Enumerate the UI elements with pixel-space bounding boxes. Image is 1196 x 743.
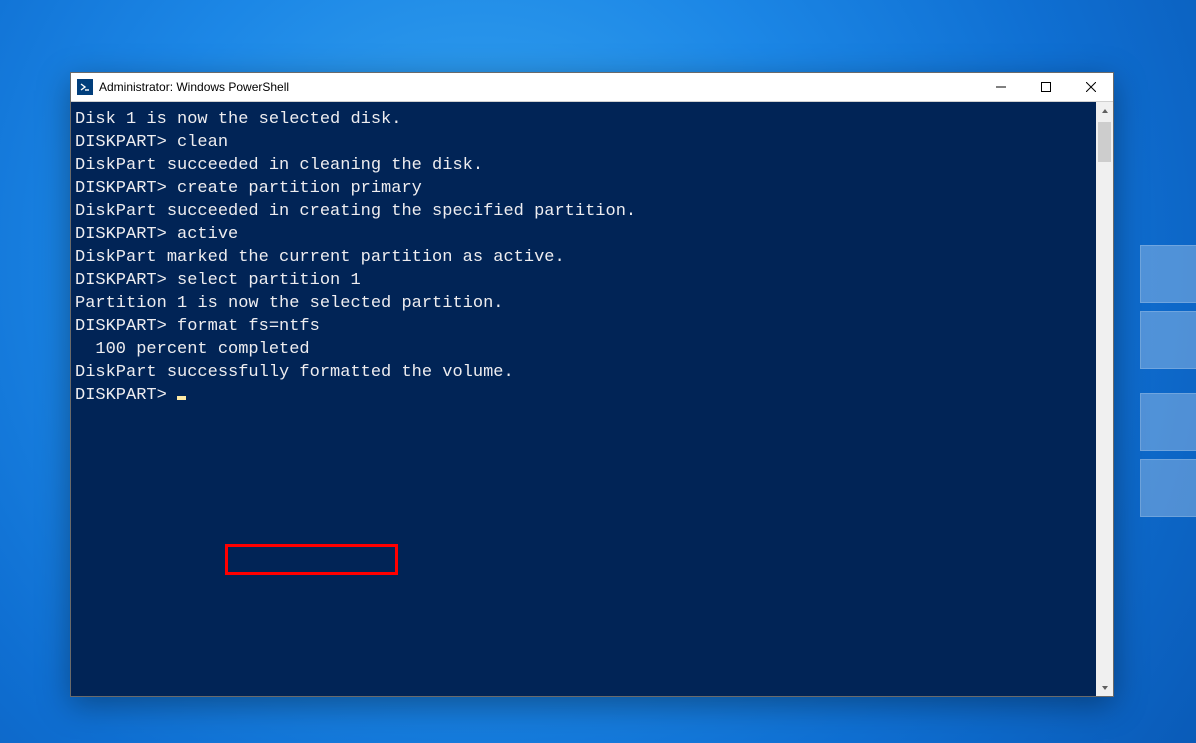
terminal-line: DiskPart marked the current partition as… (75, 246, 1092, 269)
cursor (177, 396, 186, 400)
window-title: Administrator: Windows PowerShell (99, 80, 978, 94)
terminal-line: DISKPART> clean (75, 131, 1092, 154)
terminal-line: Partition 1 is now the selected partitio… (75, 292, 1092, 315)
terminal-line: 100 percent completed (75, 338, 1092, 361)
client-area: Disk 1 is now the selected disk.DISKPART… (71, 102, 1113, 696)
terminal-line: DISKPART> (75, 384, 1092, 407)
terminal-line: DiskPart succeeded in creating the speci… (75, 200, 1092, 223)
terminal-line: DISKPART> active (75, 223, 1092, 246)
titlebar[interactable]: Administrator: Windows PowerShell (71, 73, 1113, 102)
window-controls (978, 73, 1113, 101)
scrollbar-thumb[interactable] (1098, 122, 1111, 162)
vertical-scrollbar[interactable] (1096, 102, 1113, 696)
terminal-line: DiskPart succeeded in cleaning the disk. (75, 154, 1092, 177)
minimize-button[interactable] (978, 73, 1023, 101)
desktop-background: Administrator: Windows PowerShell Disk 1… (0, 0, 1196, 743)
powershell-window: Administrator: Windows PowerShell Disk 1… (70, 72, 1114, 697)
terminal-line: DiskPart successfully formatted the volu… (75, 361, 1092, 384)
maximize-button[interactable] (1023, 73, 1068, 101)
terminal-output[interactable]: Disk 1 is now the selected disk.DISKPART… (71, 102, 1096, 696)
terminal-line: DISKPART> create partition primary (75, 177, 1092, 200)
scroll-down-button[interactable] (1096, 679, 1113, 696)
terminal-line: DISKPART> format fs=ntfs (75, 315, 1092, 338)
terminal-line: Disk 1 is now the selected disk. (75, 108, 1092, 131)
powershell-icon (77, 79, 93, 95)
close-button[interactable] (1068, 73, 1113, 101)
terminal-line: DISKPART> select partition 1 (75, 269, 1092, 292)
scroll-up-button[interactable] (1096, 102, 1113, 119)
